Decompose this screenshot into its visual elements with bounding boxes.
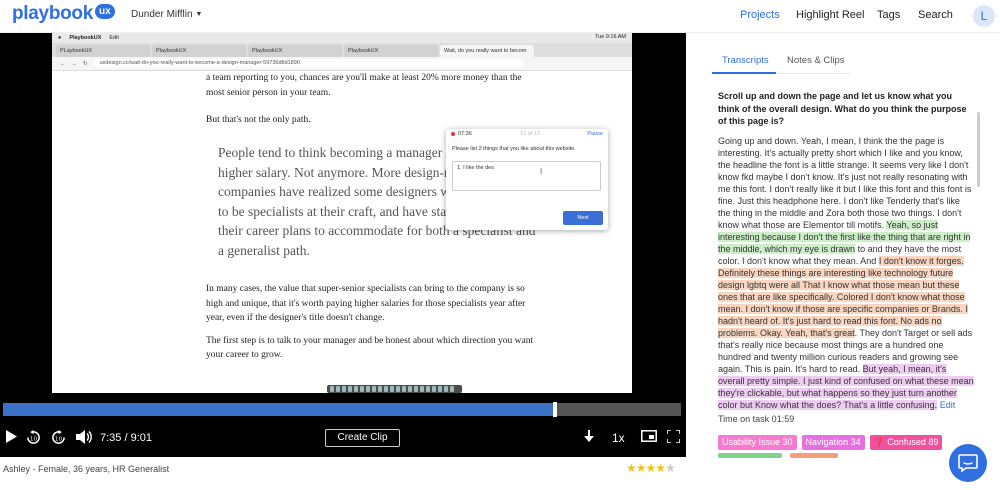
reload-icon: ↻ [83,60,88,67]
browser-tab: PlaybookUX [248,45,342,57]
video-progress-fill [3,403,556,416]
recording-icon [451,132,455,136]
mac-clock: Tue 9:16 AM [595,34,626,40]
tag-partial[interactable] [790,453,838,458]
tag-partial[interactable] [718,453,782,458]
video-progress-handle[interactable] [553,402,558,417]
task-modal: 07:36 12 of 13 Pause Please list 2 thing… [446,129,608,230]
transcript-scrollbar[interactable] [977,112,980,187]
mac-menu-edit: Edit [109,35,119,41]
forward-10-icon[interactable]: 10 [51,430,66,449]
participant-details: - Female, 36 years, HR Generalist [32,464,170,474]
fullscreen-icon[interactable] [666,429,681,447]
mac-app-name: PlaybookUX [69,35,102,41]
volume-icon[interactable] [76,430,92,448]
task-modal-header: 07:36 12 of 13 Pause [446,129,608,139]
chat-launcher-button[interactable] [949,444,987,482]
transcript-segment: Going up and down. Yeah, I mean, I think… [718,136,972,230]
article-paragraph: The first step is to talk to your manage… [206,335,534,361]
video-player[interactable]: ● PlaybookUX Edit Tue 9:16 AM PLaybookUX… [0,33,686,457]
participant-info: Ashley - Female, 36 years, HR Generalist [3,464,169,474]
mac-menu-bar: ● PlaybookUX Edit Tue 9:16 AM [52,33,632,43]
playback-time: 7:35 / 9:01 [100,432,152,444]
chat-icon [958,454,978,472]
browser-tab: PLaybookUX [56,45,150,57]
browser-tab: PlaybookUX [344,45,438,57]
download-icon[interactable] [584,430,594,447]
tag-navigation[interactable]: Navigation 34 [801,435,865,450]
article-paragraph: a team reporting to you, chances are you… [206,73,522,98]
star-icon[interactable]: ★ [665,461,676,475]
org-name: Dunder Mifflin [131,9,193,20]
back-icon: ← [60,60,66,67]
mac-dock [327,385,462,393]
tab-notes-clips[interactable]: Notes & Clips [787,55,845,66]
browser-tab: PlaybookUX [152,45,246,57]
participant-name: Ashley [3,464,31,474]
brand-text: playbook [12,3,94,24]
rewind-10-icon[interactable]: 10 [26,430,41,449]
brand-logo[interactable]: playbook ux [12,3,115,25]
task-timer: 07:36 [458,131,472,137]
tag-usability-issue[interactable]: Usability Issue 30 [718,435,797,450]
avatar[interactable]: L [973,5,995,27]
playback-speed[interactable]: 1x [612,431,625,445]
text-cursor-icon: I [540,167,543,176]
edit-transcript-link[interactable]: Edit [937,400,956,410]
top-nav: playbook ux Dunder Mifflin ▼ Projects Hi… [0,0,1000,33]
article-paragraph: In many cases, the value that super-seni… [206,284,526,323]
article-paragraph: But that's not the only path. [206,115,311,125]
transcript-panel: Transcripts Notes & Clips Scroll up and … [700,33,1000,490]
duration: 9:01 [130,432,153,444]
tag-list: Usability Issue 30 Navigation 34 ❓ Confu… [718,435,943,450]
nav-highlight-reel[interactable]: Highlight Reel [796,9,864,21]
svg-text:10: 10 [55,436,63,442]
task-next-button: Next [563,211,603,225]
nav-search[interactable]: Search [918,9,953,21]
participant-rating[interactable]: ★★★★★ [626,461,676,475]
nav-tags[interactable]: Tags [877,9,900,21]
tag-list-overflow [718,453,838,458]
svg-text:10: 10 [30,436,38,442]
task-answer-field: 1. I like the des [452,161,601,191]
browser-tab-active: Wait, do you really want to becom [440,45,534,57]
play-icon[interactable] [5,430,17,447]
browser-url-bar: ← → ↻ uxdesign.cc/wait-do-you-really-wan… [52,57,632,71]
star-icon[interactable]: ★ [646,461,657,475]
video-controls: 10 10 7:35 / 9:01 Create Clip 1x [0,425,686,451]
task-question-heading: Scroll up and down the page and let us k… [718,91,967,126]
chevron-down-icon: ▼ [195,11,203,18]
time-on-task: Time on task 01:59 [718,414,795,424]
browser-url: uxdesign.cc/wait-do-you-really-want-to-b… [93,59,524,68]
video-progress-bar[interactable] [3,402,681,417]
tag-confused[interactable]: ❓ Confused 89 [869,435,943,450]
browser-tabs: PLaybookUX PlaybookUX PlaybookUX Playboo… [52,43,632,57]
org-switcher[interactable]: Dunder Mifflin ▼ [131,9,202,20]
tab-active-indicator [712,72,776,74]
create-clip-button[interactable]: Create Clip [325,429,400,447]
brand-badge: ux [95,3,115,19]
task-counter: 12 of 13 [520,131,540,137]
time-separator: / [124,432,128,444]
star-icon[interactable]: ★ [655,461,666,475]
recorded-screen: ● PlaybookUX Edit Tue 9:16 AM PLaybookUX… [52,33,632,393]
forward-icon: → [71,60,78,67]
pause-link: Pause [587,131,603,137]
picture-in-picture-icon[interactable] [641,430,657,446]
current-time: 7:35 [100,432,122,444]
star-icon[interactable]: ★ [626,461,637,475]
app-root: playbook ux Dunder Mifflin ▼ Projects Hi… [0,0,1000,490]
transcript-text: Going up and down. Yeah, I mean, I think… [718,135,974,411]
star-icon[interactable]: ★ [636,461,647,475]
tab-transcripts[interactable]: Transcripts [722,55,769,66]
transcript-highlight[interactable]: I don't know it forges. Definitely these… [718,256,968,338]
task-question: Please list 2 things that you like about… [452,146,576,152]
apple-icon: ● [58,35,62,41]
nav-projects[interactable]: Projects [740,9,780,21]
